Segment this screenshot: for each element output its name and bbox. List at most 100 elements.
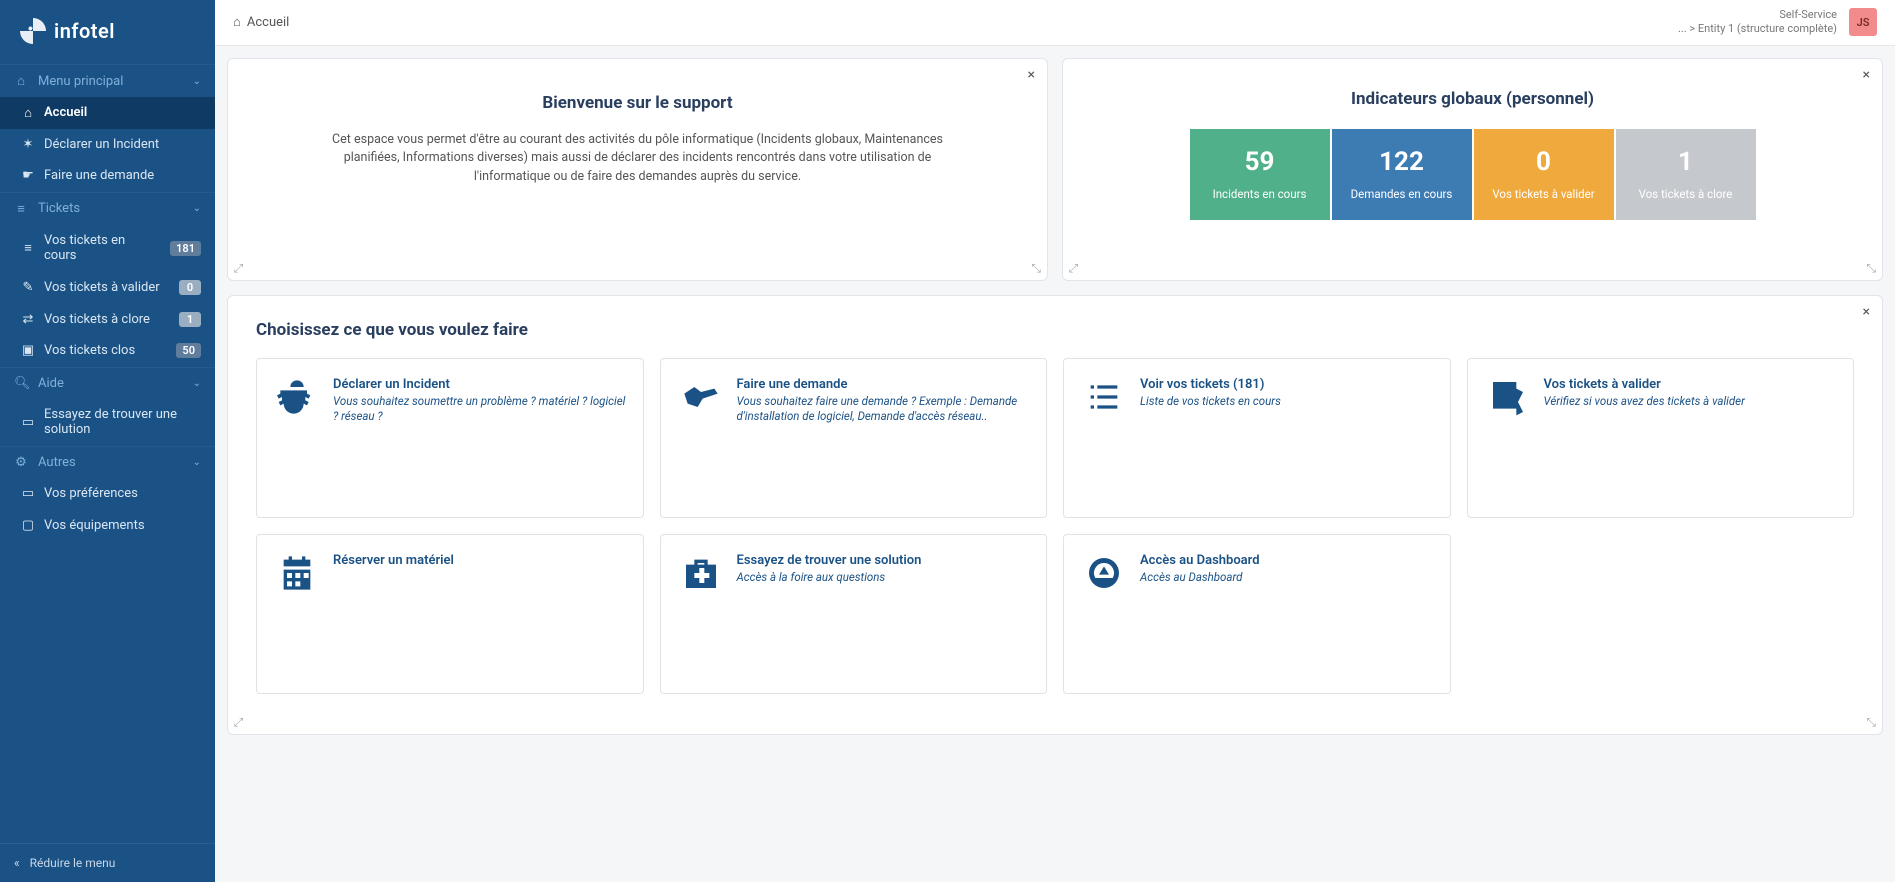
nav: ⌂ Menu principal ⌄ ⌂ Accueil ✶ Déclarer … — [0, 64, 215, 843]
action-tile-list[interactable]: Voir vos tickets (181) Liste de vos ticke… — [1063, 358, 1451, 518]
medkit-icon — [679, 553, 723, 597]
nav-item-trouver-solution[interactable]: ▭ Essayez de trouver une solution — [0, 399, 215, 446]
nav-item-tickets-a-clore[interactable]: ⇄ Vos tickets à clore 1 — [0, 304, 215, 336]
tile-title: Essayez de trouver une solution — [737, 553, 922, 568]
list-icon — [1082, 377, 1126, 421]
list-icon: ≡ — [14, 201, 28, 217]
nav-item-tickets-en-cours[interactable]: ≡ Vos tickets en cours 181 — [0, 225, 215, 272]
kpi-tile[interactable]: 1Vos tickets à clore — [1616, 129, 1756, 220]
nav-item-preferences[interactable]: ▭ Vos préférences — [0, 478, 215, 510]
hand-icon: ☛ — [20, 168, 36, 183]
logo[interactable]: infotel — [0, 0, 215, 64]
action-tile-gauge[interactable]: Accès au Dashboard Accès au Dashboard — [1063, 534, 1451, 694]
tile-desc: Accès au Dashboard — [1140, 570, 1260, 586]
list-icon: ≡ — [20, 240, 36, 256]
nav-section-label: Aide — [38, 376, 64, 391]
archive-icon: ▣ — [20, 343, 36, 358]
kpi-tile[interactable]: 0Vos tickets à valider — [1474, 129, 1614, 220]
collapse-label: Réduire le menu — [30, 856, 116, 870]
bug-icon: ✶ — [20, 137, 36, 152]
profile-context[interactable]: Self-Service ... > Entity 1 (structure c… — [1678, 8, 1837, 37]
kpi-value: 1 — [1624, 147, 1748, 177]
action-tile-hand[interactable]: Faire une demande Vous souhaitez faire un… — [660, 358, 1048, 518]
kpi-title: Indicateurs globaux (personnel) — [1103, 89, 1842, 109]
nav-item-tickets-a-valider[interactable]: ✎ Vos tickets à valider 0 — [0, 272, 215, 304]
nav-item-label: Déclarer un Incident — [44, 137, 201, 153]
tile-title: Réserver un matériel — [333, 553, 454, 568]
kpi-row: 59Incidents en cours122Demandes en cours… — [1103, 129, 1842, 220]
close-icon[interactable]: × — [1863, 304, 1870, 320]
nav-item-declarer-incident[interactable]: ✶ Déclarer un Incident — [0, 129, 215, 161]
kpi-tile[interactable]: 122Demandes en cours — [1332, 129, 1472, 220]
profile-line1: Self-Service — [1678, 8, 1837, 22]
nav-item-equipements[interactable]: ▢ Vos équipements — [0, 510, 215, 542]
gear-icon: ⚙ — [14, 455, 28, 470]
nav-item-label: Vos tickets clos — [44, 343, 166, 359]
resize-handle-icon[interactable]: ⤡ — [234, 261, 244, 276]
collapse-menu-button[interactable]: « Réduire le menu — [0, 843, 215, 882]
nav-section-autres[interactable]: ⚙ Autres ⌄ — [0, 446, 215, 478]
close-icon[interactable]: × — [1028, 67, 1035, 83]
brand-name: infotel — [54, 19, 115, 43]
nav-section-label: Autres — [38, 455, 76, 470]
tile-title: Faire une demande — [737, 377, 1031, 392]
tile-text: Accès au Dashboard Accès au Dashboard — [1140, 553, 1260, 586]
nav-section-aide[interactable]: 🔍︎ Aide ⌄ — [0, 367, 215, 399]
hand-icon — [679, 377, 723, 421]
resize-handle-icon[interactable]: ⤡ — [234, 715, 244, 730]
gauge-icon — [1082, 553, 1126, 597]
tile-grid: Déclarer un IncidentVous souhaitez soume… — [256, 358, 1854, 694]
adjust-icon: ⇄ — [20, 312, 36, 327]
action-tile-check[interactable]: Vos tickets à valider Vérifiez si vous av… — [1467, 358, 1855, 518]
nav-item-label: Accueil — [44, 105, 201, 121]
kpi-tile[interactable]: 59Incidents en cours — [1190, 129, 1330, 220]
topbar: ⌂ Accueil Self-Service ... > Entity 1 (s… — [215, 0, 1895, 46]
resize-handle-icon[interactable]: ⤡ — [1069, 261, 1079, 276]
tile-text: Vos tickets à valider Vérifiez si vous av… — [1544, 377, 1745, 410]
tile-text: Déclarer un IncidentVous souhaitez soume… — [333, 377, 627, 425]
logo-icon — [20, 18, 46, 44]
avatar[interactable]: JS — [1849, 8, 1877, 36]
welcome-body: Cet espace vous permet d'être au courant… — [328, 131, 948, 187]
tile-desc: Vérifiez si vous avez des tickets à vali… — [1544, 394, 1745, 410]
nav-section-main[interactable]: ⌂ Menu principal ⌄ — [0, 64, 215, 97]
nav-section-label: Tickets — [38, 201, 80, 216]
kpi-value: 0 — [1482, 147, 1606, 177]
resize-handle-icon[interactable]: ⤡ — [1866, 715, 1876, 730]
welcome-card: × Bienvenue sur le support Cet espace vo… — [227, 58, 1048, 281]
action-tile-medkit[interactable]: Essayez de trouver une solution Accès à l… — [660, 534, 1048, 694]
choose-title: Choisissez ce que vous voulez faire — [256, 320, 1854, 340]
nav-item-accueil[interactable]: ⌂ Accueil — [0, 97, 215, 129]
tile-desc: Liste de vos tickets en cours — [1140, 394, 1281, 410]
chevron-down-icon: ⌄ — [193, 378, 201, 389]
calendar-icon — [275, 553, 319, 597]
nav-item-label: Vos équipements — [44, 518, 201, 534]
tile-text: Faire une demande Vous souhaitez faire un… — [737, 377, 1031, 425]
nav-item-faire-demande[interactable]: ☛ Faire une demande — [0, 160, 215, 192]
tile-desc: Vous souhaitez faire une demande ? Exemp… — [737, 394, 1031, 425]
nav-item-label: Faire une demande — [44, 168, 201, 184]
close-icon[interactable]: × — [1863, 67, 1870, 83]
chevron-down-icon: ⌄ — [193, 203, 201, 214]
nav-item-label: Vos tickets à clore — [44, 312, 169, 328]
check-icon — [1486, 377, 1530, 421]
home-icon: ⌂ — [233, 14, 241, 30]
kpi-value: 59 — [1198, 147, 1322, 177]
action-tile-bug[interactable]: Déclarer un IncidentVous souhaitez soume… — [256, 358, 644, 518]
nav-item-label: Vos tickets en cours — [44, 233, 160, 264]
id-card-icon: ▭ — [20, 486, 36, 501]
tile-title: Voir vos tickets (181) — [1140, 377, 1281, 392]
action-tile-calendar[interactable]: Réserver un matériel — [256, 534, 644, 694]
resize-handle-icon[interactable]: ⤡ — [1031, 261, 1041, 276]
content: × Bienvenue sur le support Cet espace vo… — [215, 46, 1895, 882]
chevron-down-icon: ⌄ — [193, 457, 201, 468]
kpi-card: × Indicateurs globaux (personnel) 59Inci… — [1062, 58, 1883, 281]
resize-handle-icon[interactable]: ⤡ — [1866, 261, 1876, 276]
breadcrumb[interactable]: ⌂ Accueil — [233, 14, 289, 30]
tile-title: Accès au Dashboard — [1140, 553, 1260, 568]
tile-text: Voir vos tickets (181) Liste de vos ticke… — [1140, 377, 1281, 410]
nav-item-tickets-clos[interactable]: ▣ Vos tickets clos 50 — [0, 335, 215, 367]
tile-desc: Accès à la foire aux questions — [737, 570, 922, 586]
tile-title: Vos tickets à valider — [1544, 377, 1745, 392]
nav-section-tickets[interactable]: ≡ Tickets ⌄ — [0, 192, 215, 225]
